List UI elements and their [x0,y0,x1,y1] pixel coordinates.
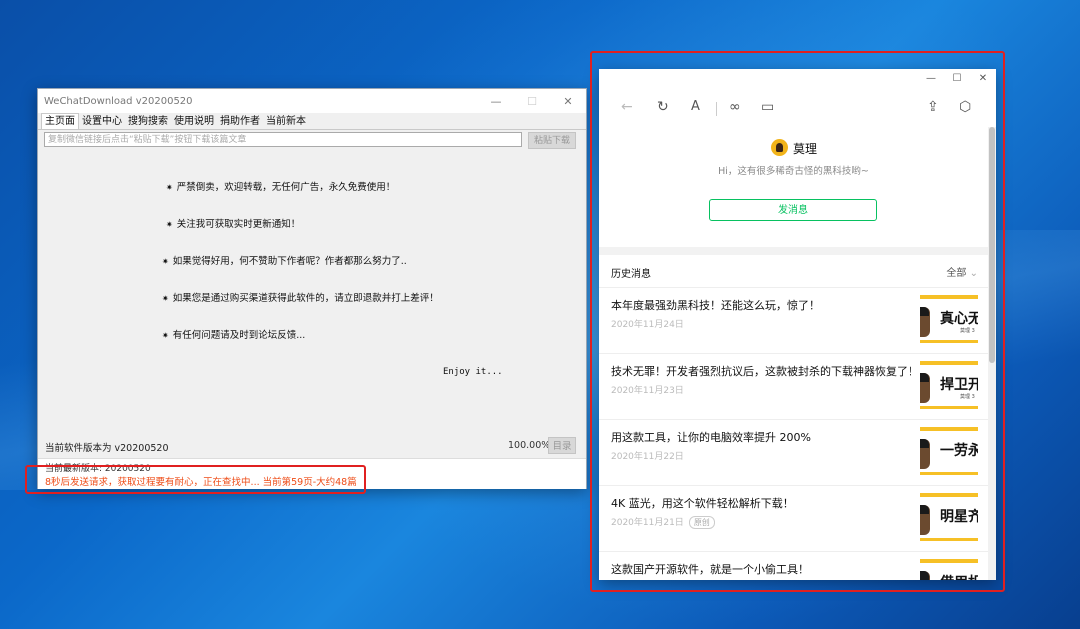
notice-line: ✷ 如果觉得好用，何不赞助下作者呢？作者都那么努力了.. [162,253,407,267]
progress-percent: 100.00% [508,440,551,451]
window-title: WeChatDownload v20200520 [44,95,193,107]
paste-download-button[interactable]: 粘贴下载 [528,132,576,149]
highlight-box-log [25,465,366,494]
tab-donate[interactable]: 捐助作者 [217,114,263,129]
notice-line: ✷ 关注我可获取实时更新通知！ [166,216,300,230]
tab-sogou-search[interactable]: 搜狗搜索 [125,114,171,129]
notice-line: ✷ 有任何问题请及时到论坛反馈... [162,327,305,341]
directory-button[interactable]: 目录 [548,437,576,454]
wechatdownload-window: WeChatDownload v20200520 — ☐ ✕ 主页面 设置中心 … [37,88,587,489]
notice-text: 关注我可获取实时更新通知！ [176,219,301,230]
highlight-box-window [590,51,1005,592]
notice-text: 严禁倒卖，欢迎转载，无任何广告，永久免费使用！ [176,182,396,193]
notice-text: 如果觉得好用，何不赞助下作者呢？作者都那么努力了.. [172,256,407,267]
notice-line: ✷ 如果您是通过购买渠道获得此软件的，请立即退款并打上差评！ [162,290,439,304]
close-button[interactable]: ✕ [550,89,586,113]
tab-bar: 主页面 设置中心 搜狗搜索 使用说明 捐助作者 当前新本 [38,113,586,130]
star-icon: ✷ [162,257,169,266]
tab-main[interactable]: 主页面 [41,113,79,129]
star-icon: ✷ [162,331,169,340]
star-icon: ✷ [166,220,173,229]
notice-text: 有任何问题请及时到论坛反馈... [172,330,306,341]
url-input[interactable]: 复制微信链接后点击“粘贴下载”按钮下载该篇文章 [44,132,522,147]
star-icon: ✷ [166,183,173,192]
version-label: 当前软件版本为 v20200520 [45,443,169,454]
enjoy-text: Enjoy it... [443,367,503,377]
star-icon: ✷ [162,294,169,303]
minimize-button[interactable]: — [478,89,514,113]
maximize-button[interactable]: ☐ [514,89,550,113]
notice-line: ✷ 严禁倒卖，欢迎转载，无任何广告，永久免费使用！ [166,179,395,193]
tab-current-version[interactable]: 当前新本 [263,114,309,129]
title-bar: WeChatDownload v20200520 — ☐ ✕ [38,89,586,113]
tab-usage[interactable]: 使用说明 [171,114,217,129]
tab-settings[interactable]: 设置中心 [79,114,125,129]
notice-text: 如果您是通过购买渠道获得此软件的，请立即退款并打上差评！ [172,293,439,304]
